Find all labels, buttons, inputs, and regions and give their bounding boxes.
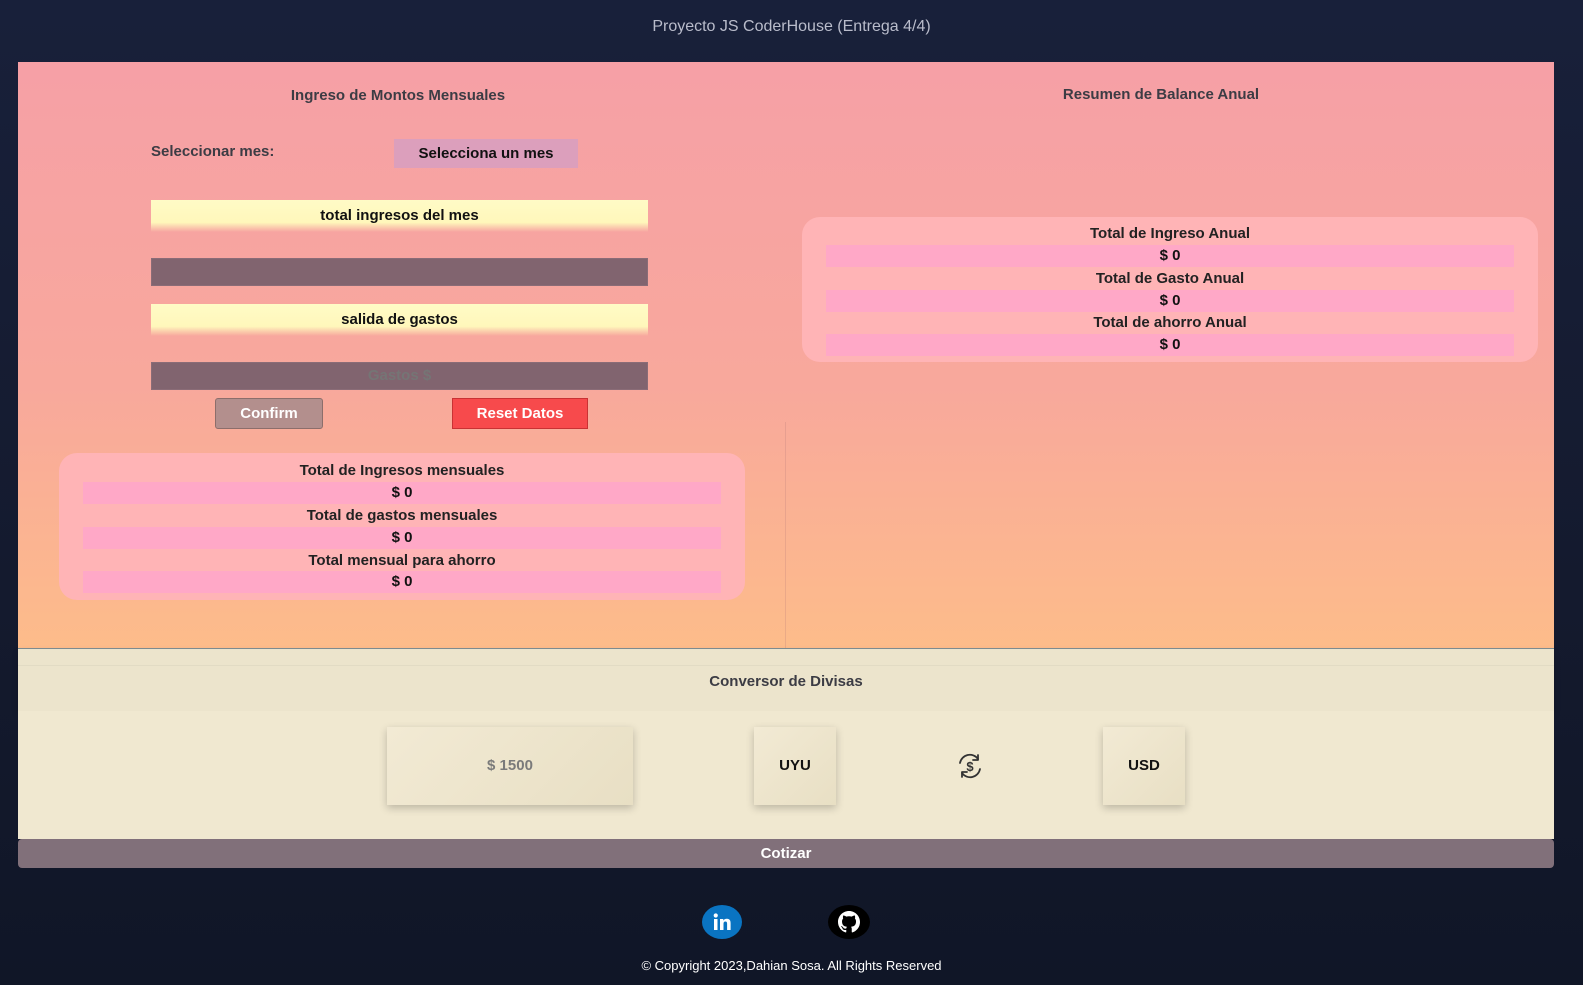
month-label: Seleccionar mes:: [151, 143, 275, 160]
annual-expense-label: Total de Gasto Anual: [1095, 270, 1245, 287]
monthly-summary: Total de Ingresos mensuales $ 0 Total de…: [59, 453, 745, 600]
month-select[interactable]: Selecciona un mes: [394, 139, 578, 168]
converter-heading: Conversor de Divisas: [18, 648, 1554, 711]
monthly-expense-label: Total de gastos mensuales: [306, 507, 498, 524]
confirm-button[interactable]: Confirm: [215, 398, 323, 429]
annual-heading: Resumen de Balance Anual: [1062, 86, 1260, 103]
annual-income-label: Total de Ingreso Anual: [1089, 225, 1250, 242]
reset-button[interactable]: Reset Datos: [452, 398, 588, 429]
converter-heading-text: Conversor de Divisas: [709, 673, 863, 690]
annual-summary: Total de Ingreso Anual $ 0 Total de Gast…: [802, 217, 1538, 362]
annual-income-value: $ 0: [826, 245, 1514, 267]
monthly-income-value: $ 0: [83, 482, 721, 504]
amount-input[interactable]: $ 1500: [387, 727, 633, 805]
income-bar-label: total ingresos del mes: [151, 200, 648, 232]
expense-input[interactable]: [151, 362, 648, 390]
monthly-savings-label: Total mensual para ahorro: [308, 552, 496, 569]
header-rule: [18, 665, 1554, 666]
expense-bar-label: salida de gastos: [151, 304, 648, 336]
monthly-expense-value: $ 0: [83, 527, 721, 549]
monthly-heading: Ingreso de Montos Mensuales: [290, 87, 506, 104]
column-divider: [785, 422, 786, 648]
svg-text:$: $: [966, 759, 974, 774]
annual-expense-value: $ 0: [826, 290, 1514, 312]
income-input[interactable]: [151, 258, 648, 286]
page-title: Proyecto JS CoderHouse (Entrega 4/4): [652, 18, 931, 35]
to-currency-select[interactable]: USD: [1103, 727, 1185, 805]
currency-exchange-icon[interactable]: $: [956, 752, 984, 780]
balance-panel: Ingreso de Montos Mensuales Seleccionar …: [18, 62, 1554, 648]
github-icon[interactable]: [828, 905, 870, 939]
converter-panel: $ 1500 UYU $ USD: [18, 711, 1554, 839]
monthly-income-label: Total de Ingresos mensuales: [299, 462, 505, 479]
from-currency-select[interactable]: UYU: [754, 727, 836, 805]
annual-savings-value: $ 0: [826, 334, 1514, 356]
linkedin-icon[interactable]: [702, 905, 742, 939]
copyright-text: © Copyright 2023,Dahian Sosa. All Rights…: [641, 958, 942, 973]
annual-savings-label: Total de ahorro Anual: [1093, 314, 1247, 331]
monthly-savings-value: $ 0: [83, 571, 721, 593]
quote-button[interactable]: Cotizar: [18, 839, 1554, 868]
